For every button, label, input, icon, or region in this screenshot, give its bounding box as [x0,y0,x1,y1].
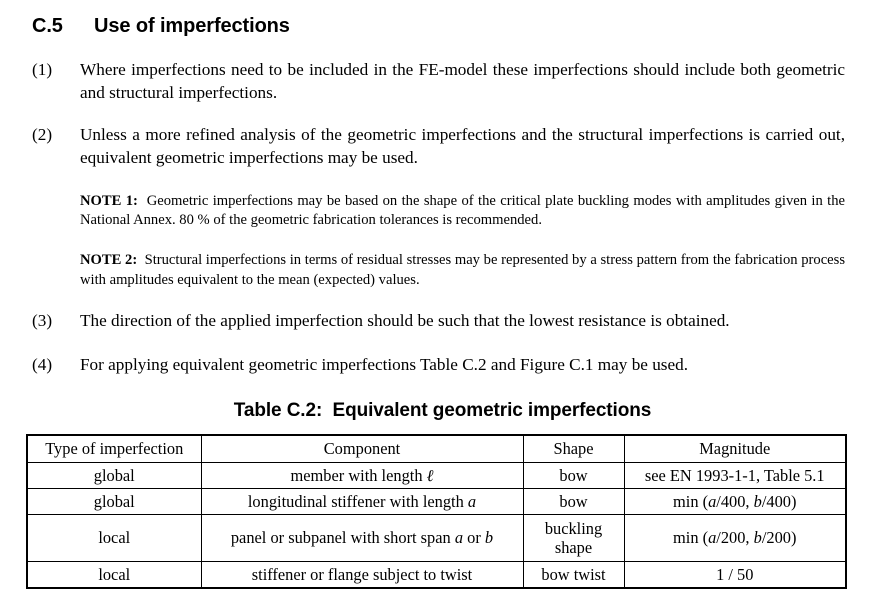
cell-magnitude: min (a/200, b/200) [623,513,847,562]
cell-component: panel or subpanel with short span a or b [200,513,524,562]
cell-magnitude: min (a/400, b/400) [623,487,847,515]
cell-component-conjunction: or [467,528,481,548]
cell-type: local [26,560,202,589]
cell-type: global [26,461,202,489]
cell-shape: buckling shape [522,513,625,562]
clause-1-number: (1) [32,60,53,79]
cell-component-variable-2: b [484,528,494,548]
document-page: C.5 Use of imperfections (1) Where imperf… [0,0,885,589]
clause-2-text: Unless a more refined analysis of the ge… [80,124,845,167]
cell-component-variable: ℓ [426,465,434,485]
clause-2-number: (2) [32,124,53,144]
note-2: NOTE 2: Structural imperfections in terms… [0,251,885,290]
magnitude-divisor-b: /200) [761,528,797,548]
clause-3-number: (3) [32,311,53,331]
cell-component: stiffener or flange subject to twist [200,560,524,589]
table-caption-label: Table C.2: [233,399,323,421]
cell-shape: bow [522,487,625,515]
clause-4: (4) For applying equivalent geometric im… [0,354,885,377]
table-caption-text: Equivalent geometric imperfections [332,399,652,421]
cell-type: local [26,513,202,562]
magnitude-function: min ( [673,491,709,511]
section-heading: C.5 Use of imperfections [0,0,885,38]
table-row: local panel or subpanel with short span … [26,513,847,562]
table-caption: Table C.2: Equivalent geometric imperfect… [0,400,885,422]
note-2-label: NOTE 2: [80,252,138,269]
clause-4-number: (4) [32,355,53,374]
note-2-text: Structural imperfections in terms of res… [80,252,846,288]
cell-component-variable: a [454,528,464,548]
table-row: local stiffener or flange subject to twi… [26,560,847,589]
cell-component-variable: a [467,491,477,511]
note-1-label: NOTE 1: [80,192,138,209]
table-row: global longitudinal stiffener with lengt… [26,487,847,515]
note-1-text: Geometric imperfections may be based on … [80,192,846,228]
header-shape: Shape [522,434,625,463]
note-1: NOTE 1: Geometric imperfections may be ba… [0,192,885,231]
header-component: Component [200,434,524,463]
table-container: Type of imperfection Component Shape Mag… [0,433,885,589]
magnitude-divisor-a: /400, [716,491,754,511]
clause-3: (3) The direction of the applied imperfe… [0,310,885,333]
clause-1: (1) Where imperfections need to be inclu… [0,59,885,105]
table-row: global member with length ℓ bow see EN 1… [26,461,847,489]
cell-type: global [26,487,202,515]
clause-4-text: For applying equivalent geometric imperf… [80,355,689,374]
table-header-row: Type of imperfection Component Shape Mag… [26,434,847,463]
magnitude-variable-b: b [753,491,762,511]
cell-component: member with length ℓ [200,461,524,489]
section-number: C.5 [32,15,63,37]
magnitude-divisor-b: /400) [761,491,797,511]
clause-2: (2) Unless a more refined analysis of th… [0,124,885,170]
cell-component-text: member with length [290,465,423,485]
equivalent-imperfections-table: Type of imperfection Component Shape Mag… [26,433,847,589]
cell-component-text: longitudinal stiffener with length [247,491,464,511]
cell-magnitude: 1 / 50 [623,560,847,589]
clause-1-text: Where imperfections need to be included … [80,60,845,102]
header-magnitude: Magnitude [623,434,847,463]
cell-component-text: panel or subpanel with short span [230,528,451,548]
cell-shape: bow twist [522,560,625,589]
cell-magnitude: see EN 1993-1-1, Table 5.1 [623,461,847,489]
magnitude-function: min ( [673,528,709,548]
magnitude-variable-b: b [753,528,762,548]
header-type-of-imperfection: Type of imperfection [26,434,202,463]
clause-3-text: The direction of the applied imperfectio… [80,311,730,331]
section-title: Use of imperfections [94,15,290,37]
magnitude-divisor-a: /200, [716,528,754,548]
cell-shape: bow [522,461,625,489]
cell-component: longitudinal stiffener with length a [200,487,524,515]
